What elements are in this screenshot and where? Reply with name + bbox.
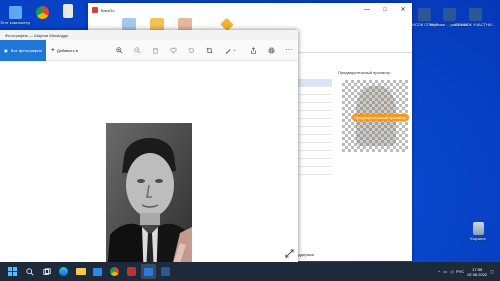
minimize-button[interactable]: —	[358, 3, 376, 17]
photos-command-bar: ▣ Все фотографии + Добавить в ⌄ ⋯	[0, 39, 298, 61]
language-indicator[interactable]: РУС	[456, 269, 464, 274]
desktop-icon-label: СПИСОК УЧАСТНИ...	[454, 22, 496, 27]
zoom-in-icon[interactable]	[110, 41, 128, 59]
gallery-icon: ▣	[4, 47, 8, 53]
all-photos-label: Все фотографии	[10, 47, 42, 53]
chrome-icon	[35, 6, 49, 19]
start-button[interactable]	[5, 264, 20, 279]
preview-image: Предварительный просмотр	[342, 80, 409, 152]
add-to-button[interactable]: + Добавить в	[46, 47, 83, 54]
word-taskbar-icon[interactable]	[158, 264, 173, 279]
photos-taskbar-icon[interactable]	[141, 264, 156, 279]
system-tray: ^ ▭ ◁ РУС 17:55 02.06.2022 ▢	[438, 267, 500, 277]
file-icon	[63, 4, 73, 18]
plus-icon: +	[50, 46, 55, 54]
computer-icon	[8, 6, 22, 19]
rotate-icon[interactable]	[182, 41, 200, 59]
favorite-icon[interactable]	[164, 41, 182, 59]
notification-icon[interactable]: ▢	[490, 269, 494, 274]
volume-icon[interactable]: ◁	[450, 269, 453, 274]
zoom-out-icon[interactable]	[128, 41, 146, 59]
desktop-icon-file[interactable]	[58, 4, 78, 18]
add-to-label: Добавить в	[57, 47, 78, 53]
photo-viewer	[0, 61, 298, 281]
expand-icon[interactable]	[285, 249, 294, 258]
preview-badge: Предварительный просмотр	[352, 114, 409, 121]
desktop-icon-label: Этот компьютер	[0, 20, 30, 25]
recycle-bin-icon	[472, 222, 484, 235]
desktop-icon-label: Корзина	[470, 236, 486, 241]
background-window-titlebar: BrezGo — □ ✕	[88, 3, 412, 17]
share-icon[interactable]	[244, 41, 262, 59]
search-icon[interactable]	[22, 264, 37, 279]
portrait-photo	[106, 123, 192, 281]
windows-icon	[8, 267, 17, 276]
word-icon	[417, 8, 431, 21]
desktop-icon-recycle-bin[interactable]: Корзина	[468, 222, 488, 241]
photos-window[interactable]: Фотографии — Шаухов Михалддо ▣ Все фотог…	[0, 30, 298, 281]
delete-icon[interactable]	[146, 41, 164, 59]
crop-icon[interactable]	[200, 41, 218, 59]
clock-date: 02.06.2022	[467, 271, 488, 277]
background-content: Предварительный просмотр Предварительный…	[294, 53, 412, 261]
edit-icon[interactable]: ⌄	[218, 41, 244, 59]
desktop-icon-this-pc[interactable]: Этот компьютер	[0, 6, 30, 25]
all-photos-button[interactable]: ▣ Все фотографии	[0, 39, 46, 61]
taskbar: ^ ▭ ◁ РУС 17:55 02.06.2022 ▢	[0, 262, 500, 281]
app-taskbar-icon[interactable]	[124, 264, 139, 279]
chrome-taskbar-icon[interactable]	[107, 264, 122, 279]
store-icon[interactable]	[90, 264, 105, 279]
word-icon	[442, 8, 456, 21]
desktop-icon-chrome[interactable]	[32, 6, 52, 19]
maximize-button[interactable]: □	[376, 3, 394, 17]
file-list[interactable]	[294, 79, 332, 175]
task-view-icon[interactable]	[39, 264, 54, 279]
file-explorer-icon[interactable]	[73, 264, 88, 279]
background-window-title: BrezGo	[101, 7, 115, 13]
photos-titlebar: Фотографии — Шаухов Михалддо	[0, 30, 298, 40]
more-icon[interactable]: ⋯	[280, 41, 298, 59]
photos-title: Фотографии — Шаухов Михалддо	[5, 32, 69, 38]
desktop-icon-word-3[interactable]: СПИСОК УЧАСТНИ...	[455, 8, 495, 27]
word-icon	[468, 8, 482, 21]
preview-title: Предварительный просмотр	[338, 70, 391, 75]
network-icon[interactable]: ▭	[443, 269, 447, 274]
close-button[interactable]: ✕	[394, 3, 412, 17]
print-icon[interactable]	[262, 41, 280, 59]
preview-panel: Предварительный просмотр Предварительный…	[338, 70, 412, 213]
chevron-up-icon[interactable]: ^	[438, 269, 440, 274]
clock[interactable]: 17:55 02.06.2022	[467, 267, 487, 277]
app-logo-icon	[92, 7, 98, 13]
edge-icon[interactable]	[56, 264, 71, 279]
